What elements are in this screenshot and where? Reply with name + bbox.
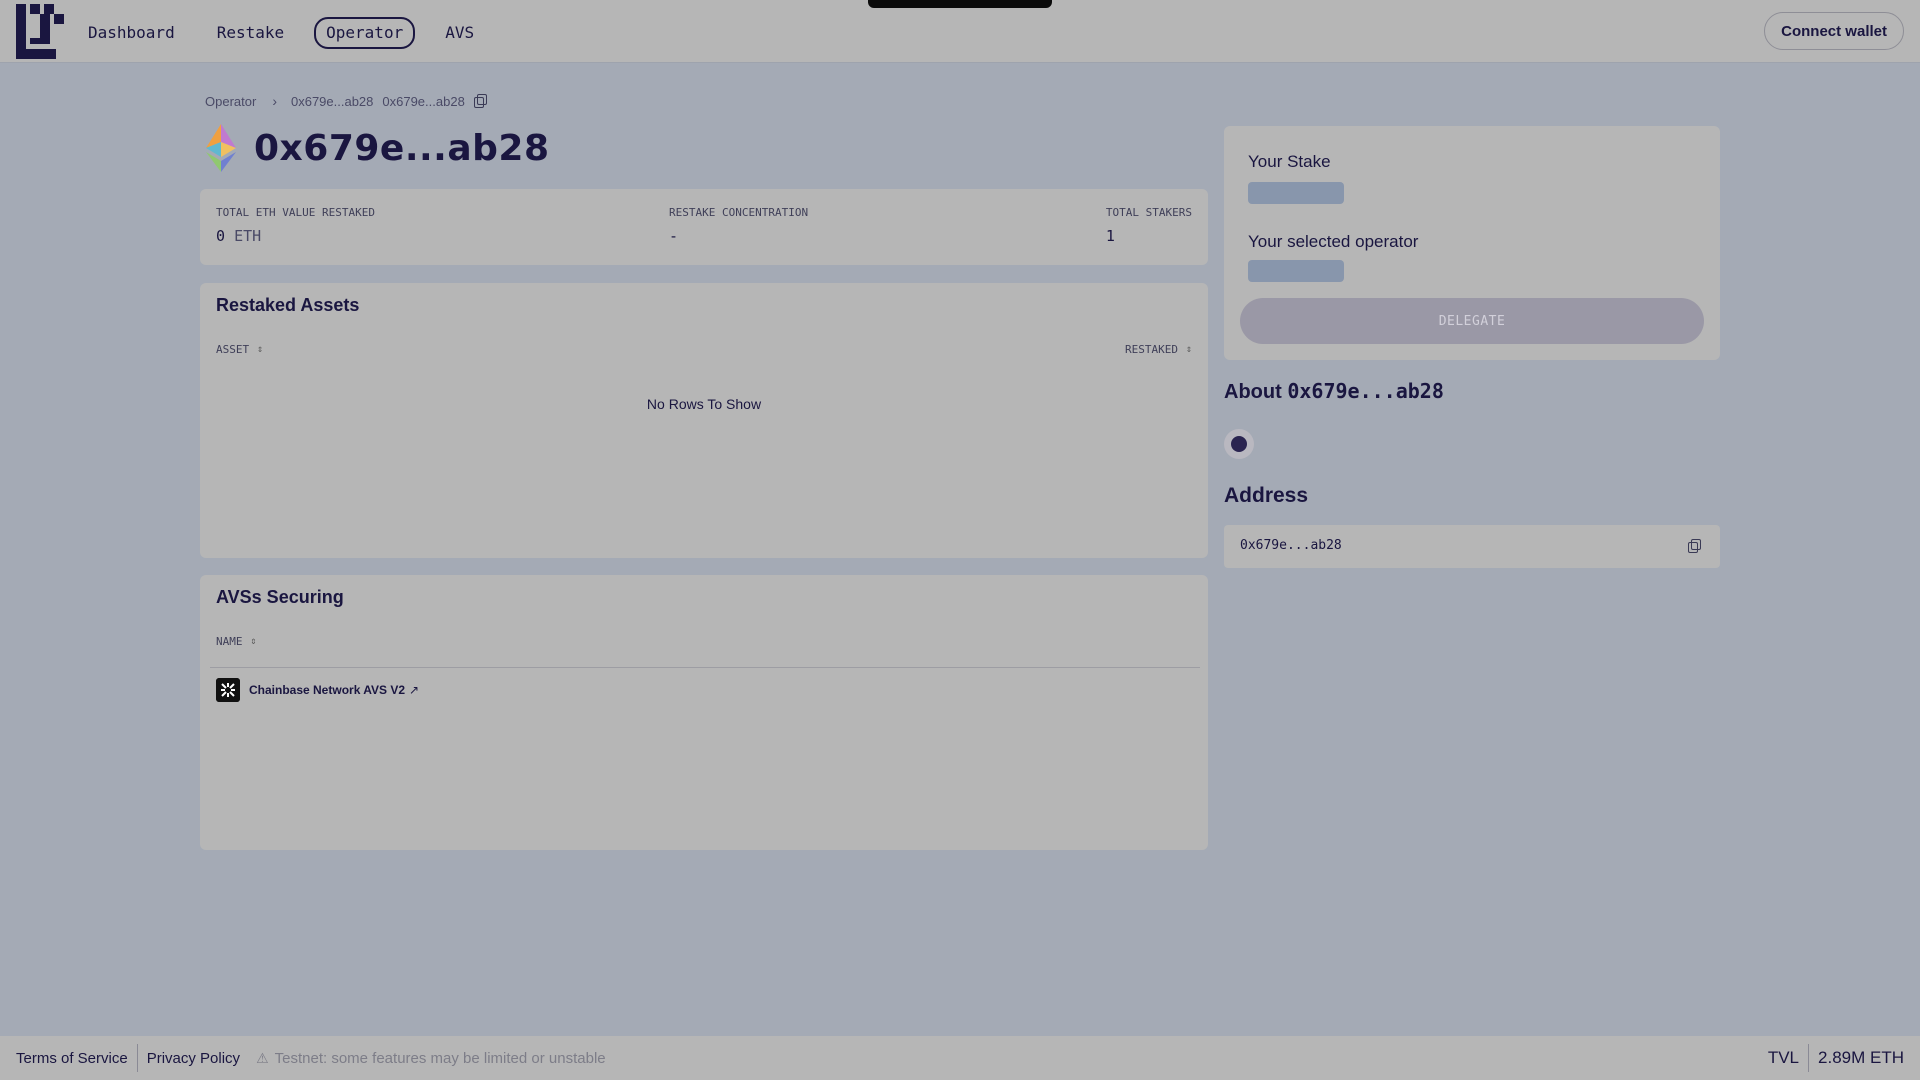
column-header-label: NAME xyxy=(216,635,243,648)
stat-value: 0 ETH xyxy=(216,227,375,245)
column-header-restaked[interactable]: RESTAKED ⇕ xyxy=(1125,343,1192,356)
copy-icon[interactable] xyxy=(473,94,488,108)
main-nav: Dashboard Restake Operator AVS xyxy=(76,17,504,49)
about-title: About 0x679e...ab28 xyxy=(1224,379,1444,404)
external-link-icon: ↗ xyxy=(409,683,420,697)
breadcrumb-address: 0x679e...ab28 xyxy=(382,93,465,109)
tvl-display: TVL 2.89M ETH xyxy=(1768,1036,1904,1080)
stat-label: TOTAL STAKERS xyxy=(1105,206,1192,219)
top-navigation-bar: Dashboard Restake Operator AVS Connect w… xyxy=(0,0,1920,63)
stat-number: 0 xyxy=(216,227,226,245)
breadcrumb-root-link[interactable]: Operator xyxy=(205,94,256,109)
operator-stats-card: TOTAL ETH VALUE RESTAKED 0 ETH RESTAKE C… xyxy=(200,189,1208,265)
stat-unit: ETH xyxy=(234,227,262,245)
nav-item-dashboard[interactable]: Dashboard xyxy=(76,17,187,49)
table-row[interactable]: Chainbase Network AVS V2 ↗ xyxy=(216,678,419,702)
avatar-icon xyxy=(1231,436,1247,452)
warning-icon: ⚠ xyxy=(256,1049,269,1066)
avs-securing-title: AVSs Securing xyxy=(216,587,344,607)
column-header-name[interactable]: NAME ⇕ xyxy=(216,635,257,648)
nav-item-avs[interactable]: AVS xyxy=(433,17,486,49)
tvl-divider xyxy=(1808,1044,1810,1072)
stat-value: - xyxy=(669,227,679,245)
column-header-asset[interactable]: ASSET ⇕ xyxy=(216,343,263,356)
avs-name-link[interactable]: Chainbase Network AVS V2 xyxy=(249,683,405,697)
address-value: 0x679e...ab28 xyxy=(1240,538,1342,553)
nav-item-operator[interactable]: Operator xyxy=(314,17,416,49)
address-title: Address xyxy=(1224,484,1309,507)
column-header-label: ASSET xyxy=(216,343,250,356)
about-prefix: About xyxy=(1224,381,1282,403)
selected-operator-label: Your selected operator xyxy=(1248,232,1419,251)
copy-icon[interactable] xyxy=(1688,539,1702,553)
tvl-label: TVL xyxy=(1767,1048,1800,1067)
stat-label: TOTAL ETH VALUE RESTAKED xyxy=(216,206,375,219)
terms-of-service-link[interactable]: Terms of Service xyxy=(0,1050,137,1067)
column-header-label: RESTAKED xyxy=(1124,343,1178,356)
stake-panel: Your Stake Your selected operator DELEGA… xyxy=(1224,126,1720,360)
connect-wallet-button[interactable]: Connect wallet xyxy=(1764,12,1904,50)
delegate-button[interactable]: DELEGATE xyxy=(1240,298,1704,344)
breadcrumb: Operator › 0x679e...ab28 0x679e...ab28 xyxy=(205,93,488,109)
selected-operator-skeleton xyxy=(1248,260,1344,282)
nav-item-restake[interactable]: Restake xyxy=(205,17,296,49)
footer: Terms of Service Privacy Policy ⚠ Testne… xyxy=(0,1036,1920,1080)
stat-label: RESTAKE CONCENTRATION xyxy=(669,206,809,219)
tvl-value: 2.89M ETH xyxy=(1818,1048,1904,1067)
sort-icon: ⇕ xyxy=(1185,344,1192,355)
ethereum-icon xyxy=(206,124,236,172)
your-stake-skeleton xyxy=(1248,182,1344,204)
sort-icon: ⇕ xyxy=(257,344,264,355)
page-title: 0x679e...ab28 xyxy=(254,127,550,169)
testnet-notice-text: Testnet: some features may be limited or… xyxy=(274,1049,606,1067)
privacy-policy-link[interactable]: Privacy Policy xyxy=(138,1050,249,1067)
avs-securing-card: AVSs Securing NAME ⇕ Chainbase Network A… xyxy=(200,575,1208,850)
stat-total-eth: TOTAL ETH VALUE RESTAKED 0 ETH xyxy=(216,206,375,245)
stat-value: 1 xyxy=(1105,227,1115,245)
your-stake-label: Your Stake xyxy=(1248,152,1331,171)
stat-restake-concentration: RESTAKE CONCENTRATION - xyxy=(669,206,808,245)
chainbase-logo-icon xyxy=(216,678,240,702)
eigenlayer-logo-icon[interactable] xyxy=(16,4,64,59)
testnet-notice: ⚠ Testnet: some features may be limited … xyxy=(256,1050,606,1067)
stat-total-stakers: TOTAL STAKERS 1 xyxy=(1106,206,1192,245)
restaked-assets-card: Restaked Assets ASSET ⇕ RESTAKED ⇕ No Ro… xyxy=(200,283,1208,558)
operator-avatar xyxy=(1224,429,1254,459)
page-title-row: 0x679e...ab28 xyxy=(206,124,550,172)
breadcrumb-current: 0x679e...ab28 xyxy=(290,93,374,109)
table-divider xyxy=(210,667,1200,668)
sort-icon: ⇕ xyxy=(250,636,257,647)
address-field: 0x679e...ab28 xyxy=(1224,525,1720,568)
about-address: 0x679e...ab28 xyxy=(1287,379,1444,403)
camera-notch xyxy=(868,0,1052,8)
restaked-assets-title: Restaked Assets xyxy=(216,295,360,315)
chevron-right-icon: › xyxy=(272,93,277,109)
empty-state-text: No Rows To Show xyxy=(646,396,762,412)
